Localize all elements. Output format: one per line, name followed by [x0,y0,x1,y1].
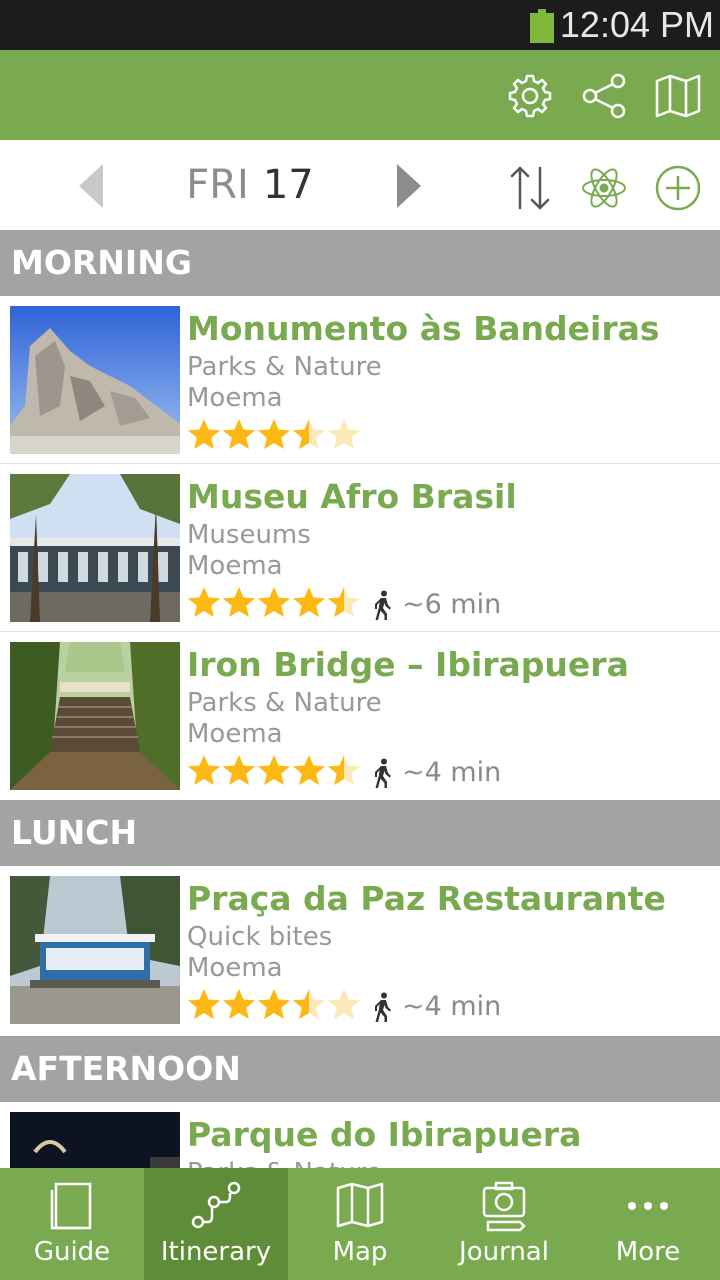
place-title: Parque do Ibirapuera [187,1115,582,1154]
place-category: Parks & Nature [187,688,382,718]
list-item[interactable]: Museu Afro Brasil Museums Moema ~6 min [0,464,720,632]
section-header-morning: MORNING [0,230,720,296]
place-photo [10,642,180,790]
map-icon [332,1180,388,1232]
star-icon [293,587,325,617]
section-header-afternoon: AFTERNOON [0,1036,720,1102]
tab-more[interactable]: More [576,1168,720,1280]
walking-person-icon [375,758,391,788]
place-category: Parks & Nature [187,352,382,382]
star-rating-graphic [188,755,360,785]
place-category: Parks & Nature [187,1157,382,1168]
star-icon [188,989,220,1019]
settings-gear-icon[interactable] [506,72,554,120]
star-icon [223,587,255,617]
bottom-navigation: Guide Itinerary Map Journal More [0,1168,720,1280]
tab-label: Journal [459,1237,549,1267]
day-selector: FRI 17 [0,140,720,230]
place-photo [10,474,180,622]
walking-person-icon [375,590,391,620]
rating-stars [187,988,367,1022]
rating-stars [187,754,367,788]
status-clock: 12:04 PM [559,4,714,45]
tab-journal[interactable]: Journal [432,1168,576,1280]
star-icon [223,755,255,785]
star-icon [258,755,290,785]
star-icon [293,755,325,785]
tab-itinerary[interactable]: Itinerary [144,1168,288,1280]
list-item[interactable]: Praça da Paz Restaurante Quick bites Moe… [0,866,720,1034]
place-title: Iron Bridge – Ibirapuera [187,645,629,684]
app-bar [0,50,720,140]
star-icon [293,419,325,449]
star-icon [328,419,360,449]
star-icon [258,419,290,449]
walking-time-label: ~4 min [402,991,502,1022]
map-icon[interactable] [654,72,702,120]
star-rating-graphic [188,989,360,1019]
list-item[interactable]: Monumento às Bandeiras Parks & Nature Mo… [0,296,720,464]
list-item[interactable]: Iron Bridge – Ibirapuera Parks & Nature … [0,632,720,800]
camera-journal-icon [476,1180,532,1232]
star-rating-graphic [188,587,360,617]
tab-label: Guide [33,1237,111,1267]
star-icon [258,587,290,617]
atom-icon[interactable] [580,164,628,212]
star-icon [328,989,360,1019]
place-area: Moema [187,383,283,413]
more-dots-icon [620,1180,676,1232]
section-label: LUNCH [11,813,138,852]
rating-stars [187,586,367,620]
section-header-lunch: LUNCH [0,800,720,866]
tab-label: Map [332,1237,388,1267]
current-day-label: FRI 17 [160,158,340,212]
walking-time-label: ~4 min [402,757,502,788]
place-area: Moema [187,551,283,581]
tab-label: More [615,1237,681,1267]
add-circle-icon[interactable] [654,164,702,212]
star-icon [188,587,220,617]
place-title: Monumento às Bandeiras [187,309,660,348]
place-title: Museu Afro Brasil [187,477,517,516]
walking-person-icon [375,992,391,1022]
star-icon [328,587,360,617]
place-category: Quick bites [187,922,333,952]
walking-time-label: ~6 min [402,589,502,620]
place-area: Moema [187,719,283,749]
section-label: AFTERNOON [11,1049,241,1088]
place-photo [10,306,180,454]
star-icon [258,989,290,1019]
sort-icon[interactable] [506,164,554,212]
next-day-arrow-icon[interactable] [395,164,425,208]
star-icon [188,755,220,785]
section-label: MORNING [11,243,192,282]
share-icon[interactable] [580,72,628,120]
star-rating-graphic [188,419,360,449]
day-number: 17 [262,162,314,208]
itinerary-route-icon [188,1180,244,1232]
star-icon [188,419,220,449]
guide-book-icon [44,1180,100,1232]
tab-label: Itinerary [160,1237,272,1267]
star-icon [223,419,255,449]
battery-icon [530,9,554,43]
tab-guide[interactable]: Guide [0,1168,144,1280]
place-area: Moema [187,953,283,983]
list-item[interactable]: Parque do Ibirapuera Parks & Nature [0,1102,720,1168]
star-icon [223,989,255,1019]
status-bar: 12:04 PM [0,0,720,50]
rating-stars [187,418,367,452]
tab-map[interactable]: Map [288,1168,432,1280]
place-title: Praça da Paz Restaurante [187,879,666,918]
star-icon [328,755,360,785]
place-category: Museums [187,520,311,550]
previous-day-arrow-icon[interactable] [79,164,109,208]
place-photo [10,876,180,1024]
day-of-week: FRI [186,162,249,208]
star-icon [293,989,325,1019]
place-photo [10,1112,180,1168]
